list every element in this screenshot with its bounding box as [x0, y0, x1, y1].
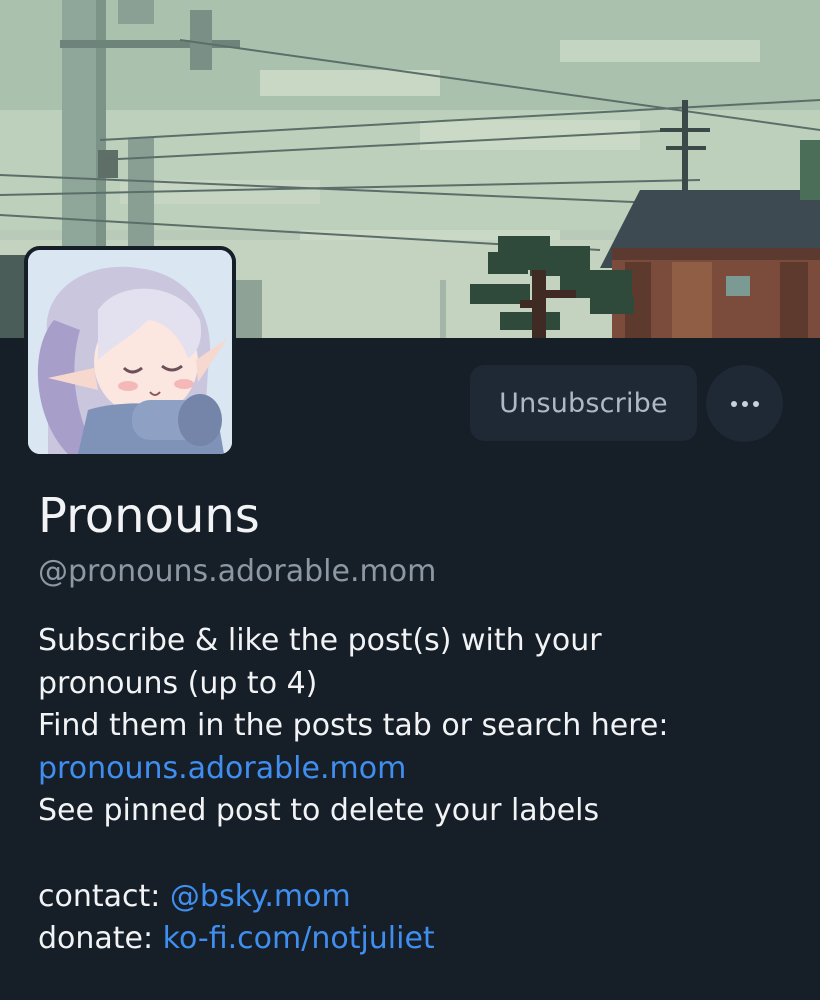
- avatar[interactable]: [24, 246, 236, 458]
- unsubscribe-button-label: Unsubscribe: [499, 387, 668, 419]
- bio-line: pronouns (up to 4): [38, 665, 318, 701]
- donate-label: donate:: [38, 921, 163, 957]
- bio-line: Find them in the posts tab or search her…: [38, 708, 669, 744]
- bio-line: Subscribe & like the post(s) with your: [38, 623, 602, 658]
- profile-bio: Subscribe & like the post(s) with your p…: [38, 620, 798, 961]
- bio-line: See pinned post to delete your labels: [38, 793, 600, 829]
- contact-mention-link[interactable]: @bsky.mom: [170, 879, 351, 914]
- unsubscribe-button[interactable]: Unsubscribe: [470, 365, 697, 441]
- more-horizontal-icon: [728, 400, 761, 407]
- more-options-button[interactable]: [706, 365, 783, 442]
- profile-page: Unsubscribe Pronouns @pronouns.adorable.…: [0, 0, 820, 1000]
- bio-line: pronouns.adorable.mom: [38, 748, 798, 791]
- bio-donate-line: donate: ko-fi.com/notjuliet: [38, 918, 798, 961]
- bio-spacer: [38, 833, 798, 876]
- contact-label: contact:: [38, 878, 170, 914]
- site-link[interactable]: pronouns.adorable.mom: [38, 751, 406, 786]
- bio-contact-line: contact: @bsky.mom: [38, 876, 798, 919]
- display-name: Pronouns: [38, 488, 260, 544]
- profile-handle: @pronouns.adorable.mom: [38, 554, 437, 589]
- donate-link[interactable]: ko-fi.com/notjuliet: [163, 921, 435, 956]
- avatar-image: [28, 250, 232, 454]
